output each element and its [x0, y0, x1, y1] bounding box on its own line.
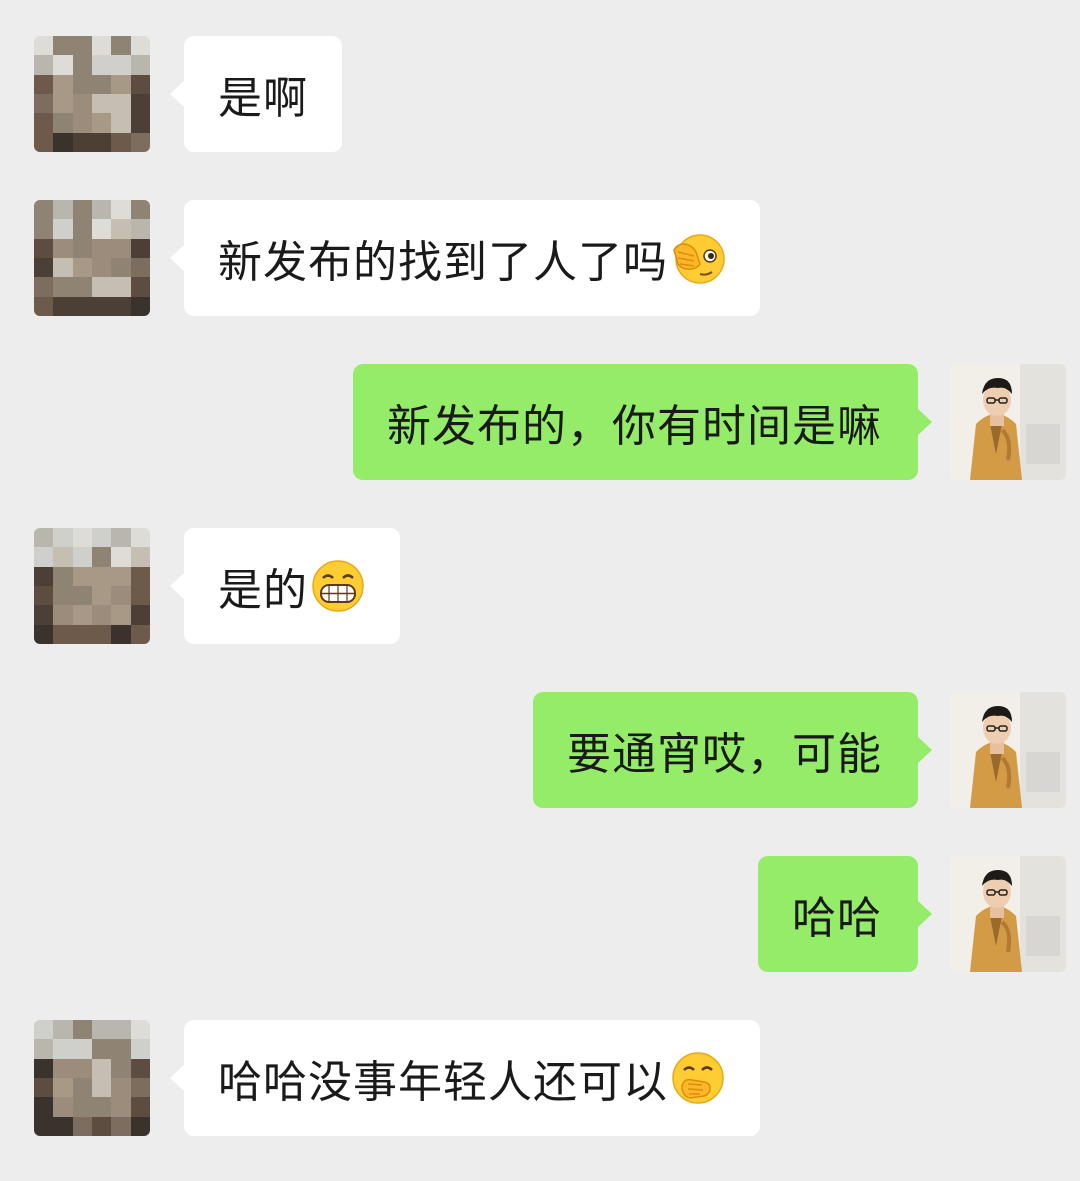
message-text: 新发布的找到了人了吗 [218, 237, 668, 288]
pixelated-contact-avatar [34, 200, 150, 316]
contact-avatar[interactable] [34, 1020, 150, 1136]
contact-avatar[interactable] [34, 36, 150, 152]
man-in-camel-coat-avatar [950, 364, 1066, 480]
pixelated-contact-avatar [34, 36, 150, 152]
contact-avatar[interactable] [34, 200, 150, 316]
user-avatar[interactable] [950, 856, 1066, 972]
message-bubble-incoming[interactable]: 是的 [170, 528, 400, 644]
message-text: 新发布的，你有时间是嘛 [387, 401, 882, 452]
message-bubble-outgoing[interactable]: 哈哈 [758, 856, 932, 972]
message-bubble-incoming[interactable]: 是啊 [170, 36, 342, 152]
hand-over-mouth-emoji [670, 1050, 726, 1106]
message-text: 哈哈 [792, 893, 882, 944]
message-bubble-incoming[interactable]: 新发布的找到了人了吗 [170, 200, 760, 316]
man-in-camel-coat-avatar [950, 692, 1066, 808]
pixelated-contact-avatar [34, 1020, 150, 1136]
facepalm-peek-emoji [670, 230, 726, 286]
user-avatar[interactable] [950, 692, 1066, 808]
message-bubble-outgoing[interactable]: 要通宵哎，可能 [533, 692, 932, 808]
message-text: 要通宵哎，可能 [567, 729, 882, 780]
message-text: 哈哈没事年轻人还可以 [218, 1057, 668, 1108]
message-bubble-outgoing[interactable]: 新发布的，你有时间是嘛 [353, 364, 932, 480]
grin-emoji [310, 558, 366, 614]
user-avatar[interactable] [950, 364, 1066, 480]
man-in-camel-coat-avatar [950, 856, 1066, 972]
message-text: 是的 [218, 565, 308, 616]
message-bubble-incoming[interactable]: 哈哈没事年轻人还可以 [170, 1020, 760, 1136]
pixelated-contact-avatar [34, 528, 150, 644]
message-text: 是啊 [218, 73, 308, 124]
contact-avatar[interactable] [34, 528, 150, 644]
